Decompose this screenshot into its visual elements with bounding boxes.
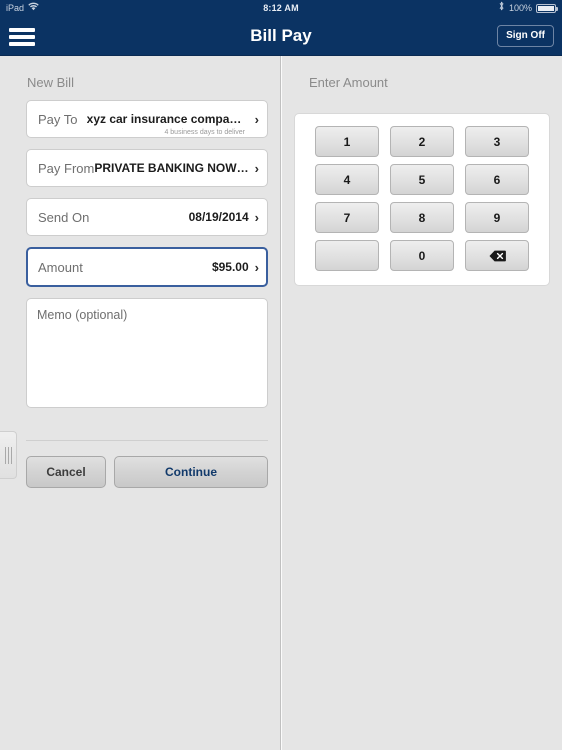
battery-percent-label: 100%	[508, 3, 532, 13]
chevron-right-icon: ›	[254, 160, 259, 176]
send-on-row[interactable]: Send On 08/19/2014 ›	[26, 198, 268, 236]
keypad-key-7[interactable]: 7	[315, 202, 379, 233]
status-bar-clock: 8:12 AM	[263, 3, 299, 13]
drag-handle-icon[interactable]	[0, 431, 17, 479]
new-bill-heading: New Bill	[27, 75, 74, 90]
form-actions: Cancel Continue	[26, 456, 268, 488]
cancel-button[interactable]: Cancel	[26, 456, 106, 488]
page-title: Bill Pay	[250, 26, 312, 45]
sign-off-button[interactable]: Sign Off	[497, 25, 554, 47]
amount-value: $95.00	[211, 260, 249, 274]
amount-row[interactable]: Amount $95.00 ›	[26, 247, 268, 287]
bluetooth-icon	[498, 0, 505, 16]
bill-form: Pay To xyz car insurance company *... › …	[0, 90, 280, 488]
form-divider	[26, 440, 268, 441]
status-bar-right: 100%	[498, 0, 558, 16]
keypad-grid: 1 2 3 4 5 6 7 8 9 0	[315, 126, 529, 271]
numeric-keypad: 1 2 3 4 5 6 7 8 9 0	[294, 113, 550, 286]
amount-label: Amount	[38, 259, 83, 275]
pay-to-value: xyz car insurance company *...	[86, 112, 255, 126]
backspace-icon	[489, 250, 506, 262]
pay-from-value: PRIVATE BANKING NOW *0067	[94, 161, 255, 175]
keypad-key-2[interactable]: 2	[390, 126, 454, 157]
pay-from-row[interactable]: Pay From PRIVATE BANKING NOW *0067 ›	[26, 149, 268, 187]
keypad-key-8[interactable]: 8	[390, 202, 454, 233]
continue-button[interactable]: Continue	[114, 456, 268, 488]
keypad-key-4[interactable]: 4	[315, 164, 379, 195]
battery-full-icon	[536, 3, 558, 13]
keypad-key-9[interactable]: 9	[465, 202, 529, 233]
keypad-key-3[interactable]: 3	[465, 126, 529, 157]
pay-from-label: Pay From	[38, 160, 95, 176]
keypad-key-backspace[interactable]	[465, 240, 529, 271]
enter-amount-heading: Enter Amount	[309, 75, 388, 90]
app-window: iPad 8:12 AM 100% Bill Pay Sign Off New …	[0, 0, 562, 750]
navigation-bar: Bill Pay Sign Off	[0, 16, 562, 56]
new-bill-pane: New Bill Pay To xyz car insurance compan…	[0, 56, 281, 750]
memo-input[interactable]	[26, 298, 268, 408]
chevron-right-icon: ›	[254, 259, 259, 275]
status-bar: iPad 8:12 AM 100%	[0, 0, 562, 16]
enter-amount-pane: Enter Amount 1 2 3 4 5 6 7 8 9 0	[281, 56, 562, 750]
send-on-value: 08/19/2014	[188, 210, 249, 224]
split-content: New Bill Pay To xyz car insurance compan…	[0, 56, 562, 750]
keypad-key-5[interactable]: 5	[390, 164, 454, 195]
keypad-key-blank	[315, 240, 379, 271]
keypad-key-1[interactable]: 1	[315, 126, 379, 157]
chevron-right-icon: ›	[254, 111, 259, 127]
pay-to-row[interactable]: Pay To xyz car insurance company *... › …	[26, 100, 268, 138]
keypad-key-6[interactable]: 6	[465, 164, 529, 195]
keypad-key-0[interactable]: 0	[390, 240, 454, 271]
pay-to-label: Pay To	[38, 111, 78, 127]
pay-to-delivery-note: 4 business days to deliver	[164, 129, 245, 136]
chevron-right-icon: ›	[254, 209, 259, 225]
send-on-label: Send On	[38, 209, 90, 225]
